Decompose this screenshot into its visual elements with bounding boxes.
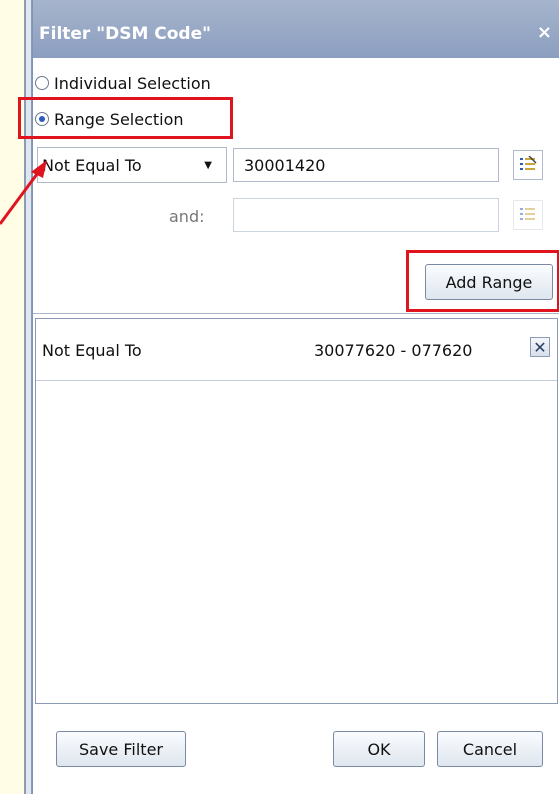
list-value-icon — [520, 208, 535, 220]
individual-selection-label: Individual Selection — [54, 73, 211, 93]
dialog-title-bar[interactable]: Filter "DSM Code" × — [33, 0, 559, 58]
individual-selection-radio[interactable] — [35, 76, 49, 90]
cancel-button[interactable]: Cancel — [437, 731, 543, 767]
range-list-row[interactable]: Not Equal To 30077620 - 077620 ✕ — [36, 319, 557, 381]
remove-icon[interactable]: ✕ — [530, 337, 550, 357]
range-value-input[interactable]: 30001420 — [233, 148, 499, 182]
range-row-value: 30077620 - 077620 — [314, 341, 473, 360]
range-list: Not Equal To 30077620 - 077620 ✕ — [35, 318, 558, 704]
individual-selection-option[interactable]: Individual Selection — [35, 70, 211, 96]
operator-dropdown[interactable]: Not Equal To ▼ — [37, 147, 227, 183]
list-value-icon — [520, 156, 537, 170]
second-value-input[interactable] — [233, 198, 499, 232]
range-row-operator: Not Equal To — [42, 341, 142, 360]
filter-dialog: Filter "DSM Code" × Individual Selection… — [18, 0, 559, 794]
close-icon[interactable]: × — [537, 22, 552, 43]
add-range-highlight — [406, 250, 559, 312]
dialog-title: Filter "DSM Code" — [39, 24, 211, 44]
chevron-down-icon[interactable]: ▼ — [204, 160, 212, 171]
range-selection-highlight — [18, 97, 233, 139]
range-value-text: 30001420 — [244, 155, 326, 175]
operator-value: Not Equal To — [42, 155, 142, 175]
ok-button[interactable]: OK — [333, 731, 425, 767]
and-label: and: — [169, 207, 205, 226]
section-divider — [33, 313, 559, 314]
second-list-value-button[interactable] — [513, 200, 543, 230]
save-filter-button[interactable]: Save Filter — [56, 731, 186, 767]
list-value-button[interactable] — [513, 150, 543, 180]
